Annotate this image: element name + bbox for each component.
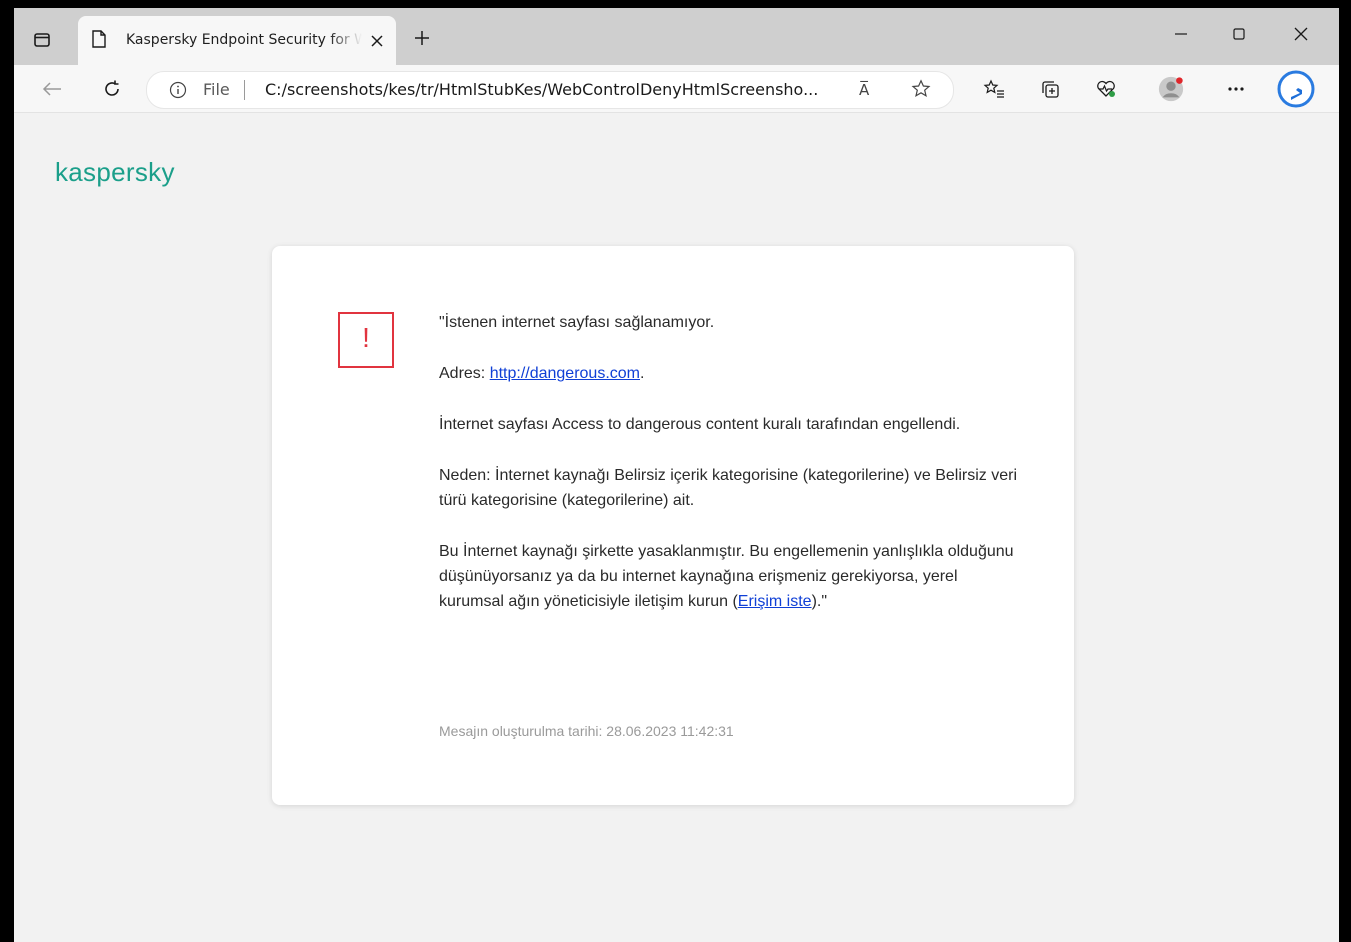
message-timestamp: Mesajın oluşturulma tarihi: 28.06.2023 1… — [439, 723, 734, 739]
reload-icon[interactable] — [98, 75, 126, 103]
toolbar: File C:/screenshots/kes/tr/HtmlStubKes/W… — [14, 65, 1339, 113]
read-aloud-icon[interactable]: A̅ — [859, 80, 869, 100]
dangerous-url-link[interactable]: http://dangerous.com — [490, 365, 640, 382]
star-icon[interactable] — [911, 79, 931, 103]
desktop-edge — [1339, 0, 1351, 942]
health-icon[interactable] — [1092, 75, 1120, 103]
message-heading: "İstenen internet sayfası sağlanamıyor. — [439, 314, 715, 331]
maximize-icon[interactable] — [1224, 22, 1254, 46]
plus-icon[interactable] — [410, 26, 434, 50]
warning-icon: ! — [338, 312, 394, 368]
url-text[interactable]: C:/screenshots/kes/tr/HtmlStubKes/WebCon… — [265, 80, 849, 100]
collections-icon[interactable] — [1036, 75, 1064, 103]
close-icon[interactable] — [368, 32, 386, 50]
bing-icon[interactable] — [1276, 69, 1316, 109]
favorites-icon[interactable] — [980, 75, 1008, 103]
address-prefix: Adres: — [439, 365, 490, 382]
profile-icon[interactable] — [1157, 75, 1185, 103]
request-access-link[interactable]: Erişim iste — [738, 593, 812, 610]
warning-glyph: ! — [362, 322, 370, 353]
page-content: kaspersky ! "İstenen internet sayfası sa… — [14, 113, 1339, 942]
tab-actions-icon[interactable] — [28, 28, 56, 52]
browser-window: Kaspersky Endpoint Security for Windows — [14, 8, 1339, 942]
back-arrow-icon[interactable] — [38, 75, 66, 103]
window-close-icon[interactable] — [1286, 22, 1316, 46]
message-blocked-rule: İnternet sayfası Access to dangerous con… — [439, 416, 961, 433]
info-icon[interactable] — [169, 81, 187, 103]
scheme-label: File — [203, 80, 230, 99]
tab-active[interactable]: Kaspersky Endpoint Security for Windows — [78, 16, 396, 65]
contact-suffix: )." — [811, 593, 828, 610]
message-address: Adres: http://dangerous.com. — [439, 361, 1019, 386]
minimize-icon[interactable] — [1166, 22, 1196, 46]
kaspersky-logo: kaspersky — [55, 157, 175, 187]
address-separator — [244, 80, 245, 100]
document-icon — [92, 30, 106, 52]
address-suffix: . — [640, 365, 645, 382]
tab-strip: Kaspersky Endpoint Security for Windows — [14, 8, 1339, 65]
contact-text: Bu İnternet kaynağı şirkette yasaklanmış… — [439, 543, 1014, 610]
block-message-card: ! "İstenen internet sayfası sağlanamıyor… — [272, 246, 1074, 805]
tab-title: Kaspersky Endpoint Security for Windows — [126, 32, 362, 48]
address-bar[interactable]: File C:/screenshots/kes/tr/HtmlStubKes/W… — [146, 71, 954, 109]
more-icon[interactable] — [1222, 75, 1250, 103]
message-reason: Neden: İnternet kaynağı Belirsiz içerik … — [439, 467, 1018, 509]
message-body: "İstenen internet sayfası sağlanamıyor. … — [439, 310, 1019, 640]
message-contact: Bu İnternet kaynağı şirkette yasaklanmış… — [439, 539, 1019, 614]
